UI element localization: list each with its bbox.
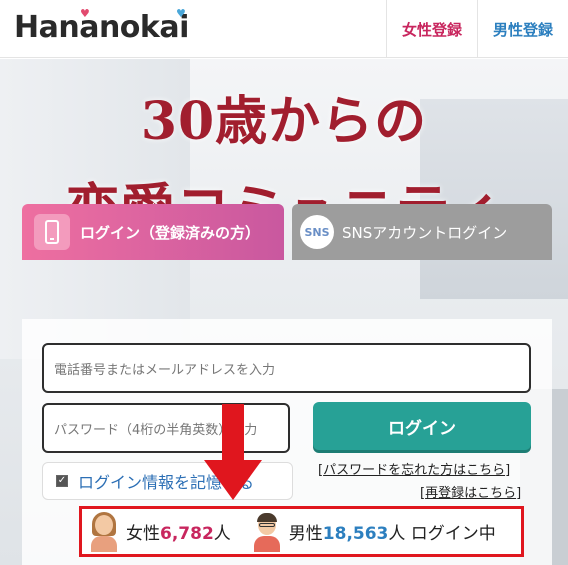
logo-text: Hananokai [14,10,189,45]
logo-heart-icon: ♥ [80,7,90,20]
site-header: Hananokai ♥ ♥ 女性登録 男性登録 [0,0,568,58]
tab-sns-login[interactable]: SNS SNSアカウントログイン [292,204,552,260]
email-placeholder: 電話番号またはメールアドレスを入力 [54,362,276,378]
sns-icon: SNS [300,215,334,249]
hero-headline-line1: 30歳からの [140,91,428,152]
site-logo[interactable]: Hananokai ♥ ♥ [14,7,189,45]
male-count: 18,563 [322,524,389,544]
tab-login[interactable]: ログイン（登録済みの方） [22,204,284,260]
down-arrow-icon [222,404,244,464]
tab-sns-label: SNSアカウントログイン [342,223,508,242]
female-count: 6,782 [160,524,214,544]
male-avatar-icon [253,512,281,552]
email-field[interactable]: 電話番号またはメールアドレスを入力 [42,343,531,393]
female-register-link[interactable]: 女性登録 [385,0,477,58]
tab-login-label: ログイン（登録済みの方） [80,223,261,242]
female-count-text: 女性6,782人 [126,524,231,544]
smartphone-icon [34,214,70,250]
reregister-link[interactable]: [再登録はこちら] [420,482,521,501]
male-count-text: 男性18,563人 ログイン中 [288,524,496,544]
forgot-password-link[interactable]: [パスワードを忘れた方はこちら] [318,459,510,478]
header-nav: 女性登録 男性登録 [385,0,568,58]
logo-heart-icon: ♥ [176,7,186,20]
checkbox-checked-icon[interactable]: ✓ [56,475,68,487]
online-counter: 女性6,782人 男性18,563人 ログイン中 [79,506,524,557]
down-arrow-icon [204,460,262,500]
male-register-link[interactable]: 男性登録 [476,0,568,58]
login-button[interactable]: ログイン [313,402,531,450]
password-field[interactable]: パスワード（4桁の半角英数）入力 [42,403,290,453]
female-avatar-icon [90,511,118,552]
